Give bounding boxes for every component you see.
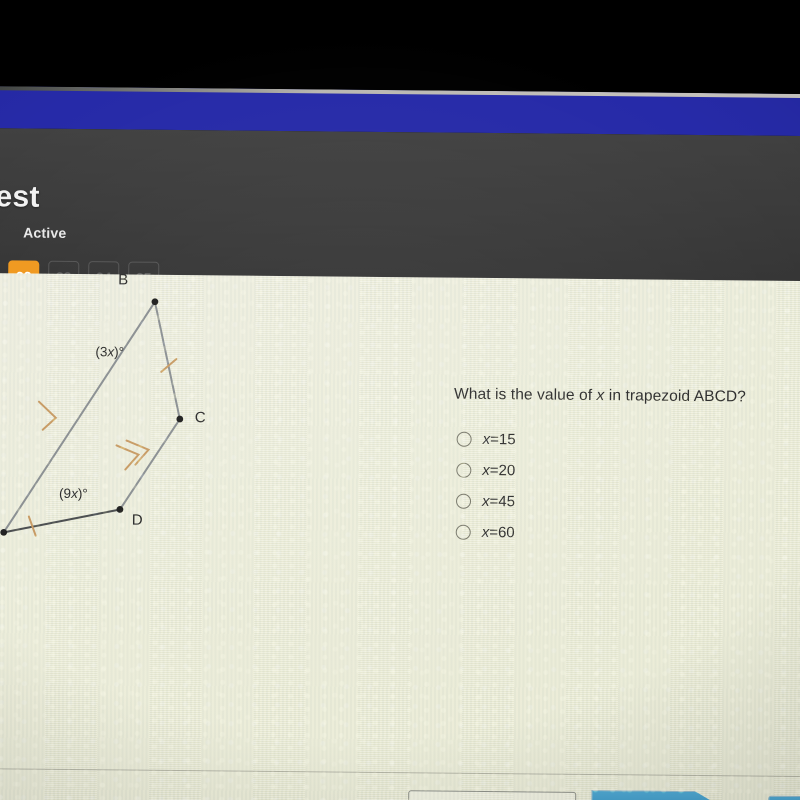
angle-label-d: (9x)°	[59, 485, 88, 502]
angle-label-b: (3x)°	[95, 344, 125, 360]
radio-icon-option-4[interactable]	[455, 524, 471, 540]
side-bc	[153, 300, 181, 421]
save-and-exit-button[interactable]: Save and Exit	[407, 790, 577, 800]
next-button[interactable]: Next	[591, 790, 727, 800]
screen-content: nit Test t Test Active 21 22 23 24 25	[0, 86, 800, 800]
answer-option-1[interactable]: x=15	[453, 424, 800, 459]
parallel-chevron-cd	[115, 439, 151, 471]
answer-option-1-label: x=15	[482, 430, 516, 449]
answer-option-3[interactable]: x=45	[453, 486, 800, 521]
answer-option-4-label: x=60	[481, 523, 515, 542]
question-content-area: B C D (3x)° (9x)° What is the value of x…	[0, 271, 800, 800]
radio-icon-option-1[interactable]	[456, 431, 472, 447]
answer-option-2-label: x=20	[482, 461, 516, 480]
parallel-chevron-ab	[37, 400, 58, 431]
question-block: What is the value of x in trapezoid ABCD…	[453, 386, 800, 552]
footer-divider	[0, 767, 800, 778]
vertex-label-d: D	[131, 511, 143, 529]
next-button-partial-right[interactable]	[767, 795, 800, 800]
trapezoid-figure: B C D (3x)° (9x)°	[0, 271, 248, 576]
vertex-a-dot	[0, 528, 8, 536]
radio-icon-option-3[interactable]	[455, 493, 472, 509]
side-da	[2, 508, 121, 534]
page-title: nit Test	[0, 180, 40, 214]
header-subrow: t Test Active	[0, 224, 66, 243]
trapezoid-outline	[2, 300, 181, 534]
trapezoid-svg	[0, 298, 184, 537]
test-header-bar: nit Test t Test Active 21 22 23 24 25	[0, 127, 800, 293]
status-badge: Active	[23, 224, 67, 241]
vertex-label-b: B	[118, 271, 129, 289]
radio-icon-option-2[interactable]	[456, 462, 472, 478]
vertex-d-dot	[116, 506, 124, 513]
banner-top-edge	[0, 86, 800, 99]
question-prompt: What is the value of x in trapezoid ABCD…	[453, 385, 747, 406]
photographed-screen: nit Test t Test Active 21 22 23 24 25	[0, 0, 800, 800]
answer-option-4[interactable]: x=60	[453, 517, 800, 552]
vertex-c-dot	[176, 415, 184, 423]
answer-options: x=15 x=20 x=45 x=60	[453, 424, 800, 552]
answer-option-2[interactable]: x=20	[453, 455, 800, 490]
vertex-b-dot	[151, 298, 159, 306]
answer-option-3-label: x=45	[481, 492, 516, 511]
vertex-label-c: C	[194, 409, 206, 427]
